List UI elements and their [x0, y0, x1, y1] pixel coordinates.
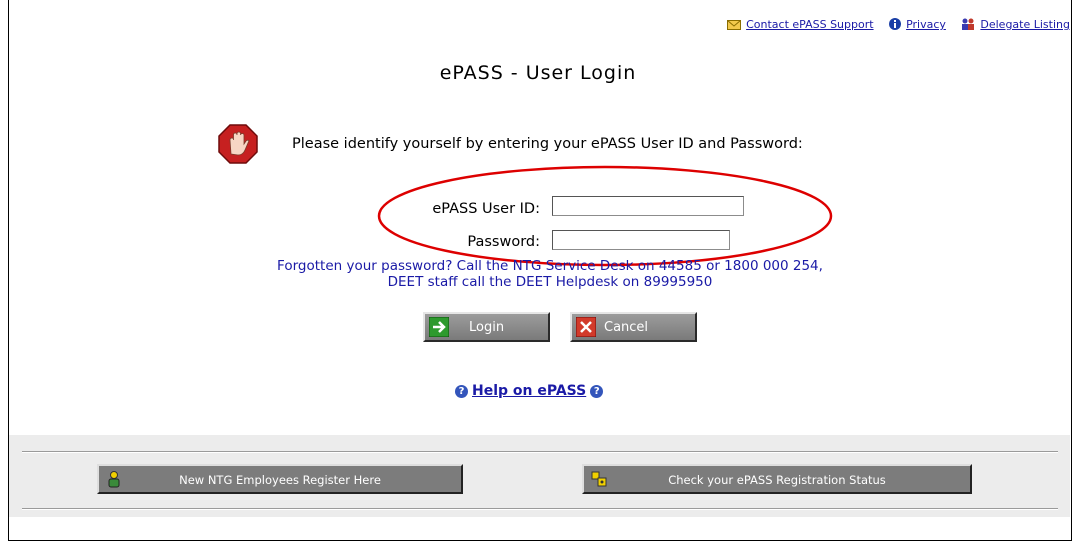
forgot-password-text: Forgotten your password? Call the NTG Se… — [0, 258, 1076, 290]
register-button-label: New NTG Employees Register Here — [179, 473, 381, 487]
help-on-epass-link[interactable]: Help on ePASS — [472, 383, 586, 399]
question-icon: ? — [590, 385, 604, 398]
userid-input[interactable] — [552, 196, 744, 216]
question-icon: ? — [455, 385, 468, 398]
userid-label: ePASS User ID: — [432, 201, 540, 217]
top-links: Contact ePASS Support Privacy Delegate L… — [727, 18, 1070, 33]
arrow-right-icon — [428, 316, 450, 338]
forgot-line-2: DEET staff call the DEET Helpdesk on 899… — [387, 274, 713, 290]
prompt-text: Please identify yourself by entering you… — [292, 136, 803, 152]
password-input[interactable] — [552, 230, 730, 250]
privacy-link[interactable]: Privacy — [906, 18, 946, 31]
cancel-button[interactable]: Cancel — [570, 312, 697, 342]
footer-divider-top — [22, 451, 1058, 453]
contact-support-link[interactable]: Contact ePASS Support — [746, 18, 873, 31]
cancel-button-label: Cancel — [604, 320, 649, 335]
mail-icon — [727, 20, 742, 33]
check-status-button[interactable]: Check your ePASS Registration Status — [582, 464, 972, 494]
login-prompt: Please identify yourself by entering you… — [214, 124, 974, 164]
login-button[interactable]: Login — [423, 312, 550, 342]
password-label: Password: — [467, 234, 540, 250]
page-title: ePASS - User Login — [439, 62, 637, 84]
info-icon — [889, 18, 902, 33]
stop-hand-icon — [218, 124, 258, 164]
help-row: ? Help on ePASS? — [455, 383, 604, 399]
x-icon — [575, 316, 597, 338]
register-button[interactable]: New NTG Employees Register Here — [97, 464, 463, 494]
delegate-listing-link[interactable]: Delegate Listing — [980, 18, 1070, 31]
login-button-label: Login — [469, 320, 505, 335]
forgot-line-1: Forgotten your password? Call the NTG Se… — [277, 258, 823, 274]
footer-divider-bottom — [22, 508, 1058, 510]
check-status-button-label: Check your ePASS Registration Status — [668, 473, 886, 487]
people-icon — [961, 18, 975, 33]
